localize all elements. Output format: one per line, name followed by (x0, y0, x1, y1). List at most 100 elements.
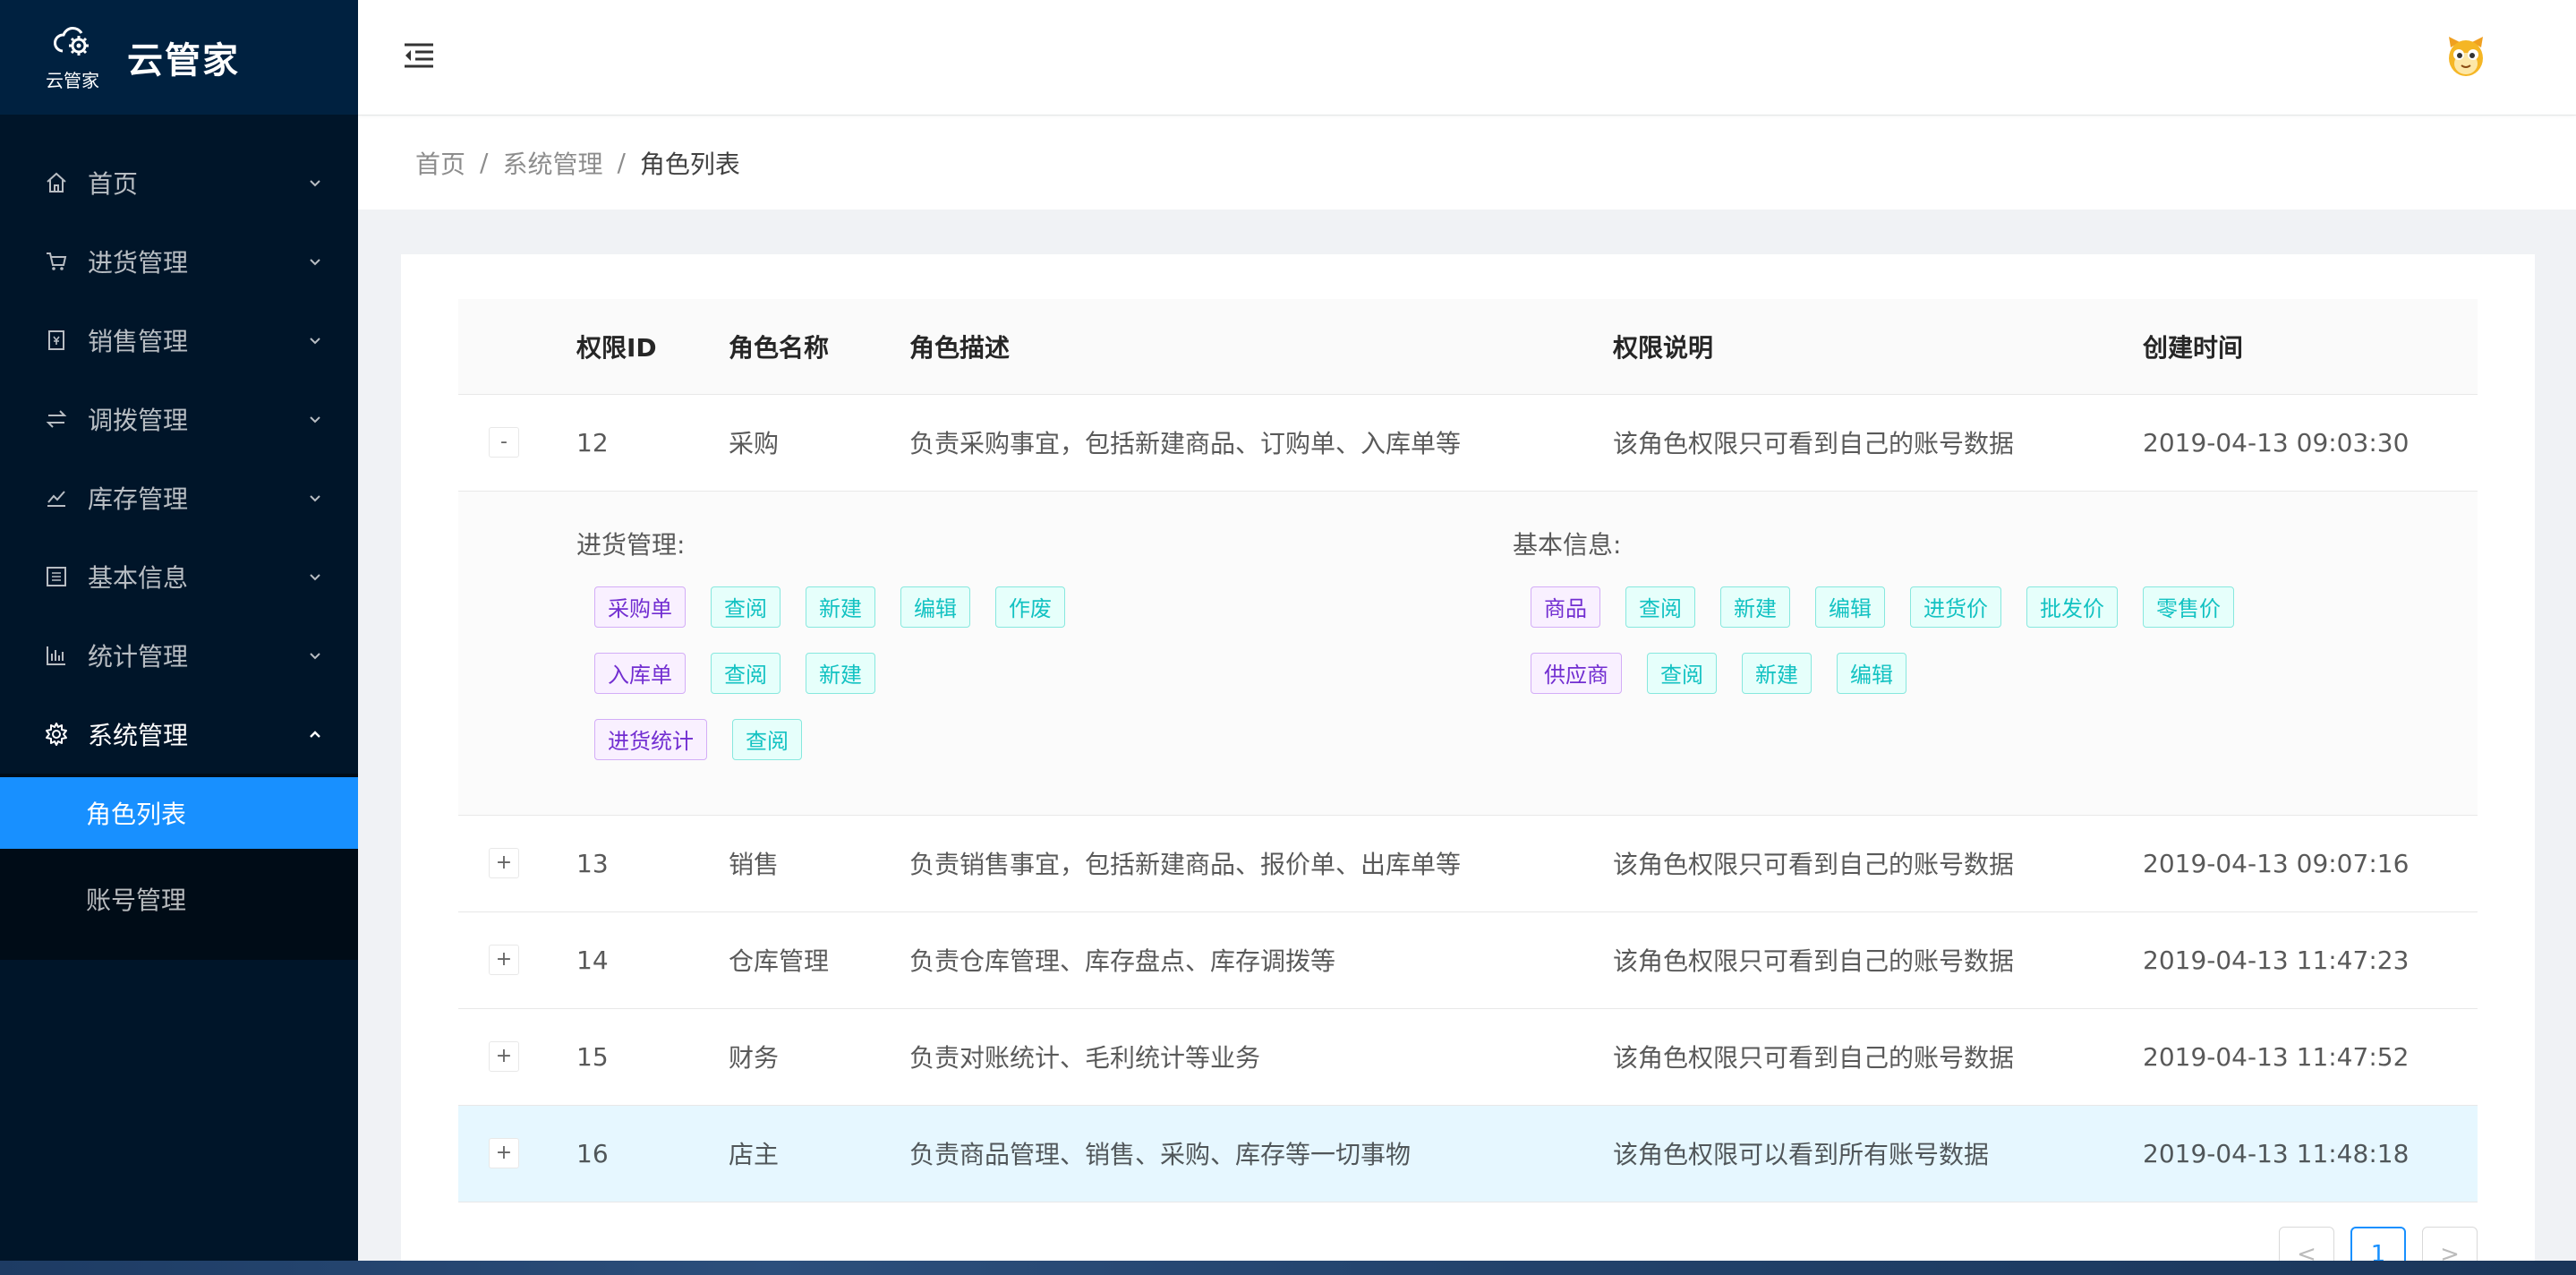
header-permission-desc[interactable]: 权限说明 (1613, 299, 2143, 395)
cell-role-name: 销售 (729, 815, 909, 912)
logo: 云管家 (41, 24, 104, 90)
app-title: 云管家 (127, 40, 240, 81)
header-role-name[interactable]: 角色名称 (729, 299, 909, 395)
sidebar-item-system[interactable]: 系统管理 (0, 695, 358, 774)
cell-role-name: 财务 (729, 1008, 909, 1106)
expand-row-button[interactable]: + (489, 1041, 519, 1072)
permission-action-tag[interactable]: 零售价 (2143, 586, 2234, 628)
sidebar-item-label: 系统管理 (88, 721, 189, 750)
logo-bar: 云管家 云管家 (0, 0, 358, 115)
bar-chart-icon (43, 642, 70, 669)
sidebar-subitem-account-management[interactable]: 账号管理 (0, 863, 358, 935)
cell-role-name: 店主 (729, 1105, 909, 1202)
pagination: < 1 > (2263, 1227, 2478, 1261)
top-header (358, 0, 2576, 115)
cell-role-name: 仓库管理 (729, 911, 909, 1009)
sidebar: 云管家 云管家 首页 进货管理 销售管理 调拨管理 库存管理 基本信息 统计管理… (0, 0, 358, 1261)
sidebar-item-basic-info[interactable]: 基本信息 (0, 537, 358, 616)
table-row[interactable]: + 16 店主 负责商品管理、销售、采购、库存等一切事物 该角色权限可以看到所有… (458, 1105, 2478, 1202)
sidebar-item-sales[interactable]: 销售管理 (0, 301, 358, 380)
cell-permission-desc: 该角色权限只可看到自己的账号数据 (1613, 911, 2143, 1009)
breadcrumb-current: 角色列表 (639, 149, 740, 179)
pagination-page-1[interactable]: 1 (2350, 1227, 2406, 1261)
receipt-icon (43, 327, 70, 354)
table-row[interactable]: + 14 仓库管理 负责仓库管理、库存盘点、库存调拨等 该角色权限只可看到自己的… (458, 911, 2478, 1009)
sidebar-item-home[interactable]: 首页 (0, 143, 358, 222)
cell-permission-desc: 该角色权限只可看到自己的账号数据 (1613, 394, 2143, 492)
permission-tag-row: 采购单 查阅 新建 编辑 作废 (576, 586, 1513, 628)
breadcrumb-system[interactable]: 系统管理 (502, 145, 602, 181)
avatar[interactable] (2445, 35, 2486, 80)
cell-role-name: 采购 (729, 394, 909, 492)
permission-group-purchase: 进货管理: 采购单 查阅 新建 编辑 作废 入库单 查阅 新建 进货统计 查阅 (576, 526, 1513, 785)
swap-icon (43, 406, 70, 432)
menu-fold-icon[interactable] (401, 39, 437, 75)
sidebar-item-statistics[interactable]: 统计管理 (0, 616, 358, 695)
main-content: 首页 / 系统管理 / 角色列表 权限ID 角色名称 角色描述 权限说明 创建时… (358, 0, 2576, 1261)
permission-module-tag[interactable]: 采购单 (594, 586, 686, 628)
sidebar-subitem-role-list[interactable]: 角色列表 (0, 777, 358, 849)
breadcrumb-home[interactable]: 首页 (415, 145, 465, 181)
permission-module-tag[interactable]: 供应商 (1531, 652, 1622, 694)
app-window: 云管家 云管家 首页 进货管理 销售管理 调拨管理 库存管理 基本信息 统计管理… (0, 0, 2576, 1261)
header-expand (458, 299, 576, 395)
permission-action-tag[interactable]: 编辑 (1815, 586, 1885, 628)
sidebar-item-label: 调拨管理 (88, 406, 189, 435)
expand-row-button[interactable]: + (489, 848, 519, 878)
header-id[interactable]: 权限ID (576, 299, 729, 395)
sidebar-item-inventory[interactable]: 库存管理 (0, 458, 358, 537)
header-role-desc[interactable]: 角色描述 (909, 299, 1613, 395)
permission-details: 进货管理: 采购单 查阅 新建 编辑 作废 入库单 查阅 新建 进货统计 查阅 … (458, 492, 2478, 785)
permission-tag-row: 商品 查阅 新建 编辑 进货价 批发价 零售价 (1513, 586, 2259, 628)
permission-action-tag[interactable]: 新建 (806, 586, 875, 628)
pagination-prev-button[interactable]: < (2279, 1227, 2334, 1261)
permission-module-tag[interactable]: 入库单 (594, 652, 686, 694)
permission-action-tag[interactable]: 查阅 (711, 652, 780, 694)
logo-small-text: 云管家 (46, 70, 99, 91)
permission-action-tag[interactable]: 查阅 (711, 586, 780, 628)
sidebar-item-label: 进货管理 (88, 248, 189, 278)
sidebar-menu: 首页 进货管理 销售管理 调拨管理 库存管理 基本信息 统计管理 系统管理 角色… (0, 115, 358, 960)
chevron-down-icon (310, 416, 320, 424)
home-icon (43, 169, 70, 196)
collapse-row-button[interactable]: - (489, 427, 519, 458)
permission-action-tag[interactable]: 查阅 (732, 718, 802, 760)
sidebar-item-transfer[interactable]: 调拨管理 (0, 380, 358, 458)
sidebar-item-label: 库存管理 (88, 484, 189, 514)
permission-action-tag[interactable]: 新建 (806, 652, 875, 694)
permission-action-tag[interactable]: 查阅 (1647, 652, 1717, 694)
table-row[interactable]: + 15 财务 负责对账统计、毛利统计等业务 该角色权限只可看到自己的账号数据 … (458, 1008, 2478, 1106)
header-created-time[interactable]: 创建时间 (2143, 299, 2478, 395)
permission-action-tag[interactable]: 新建 (1720, 586, 1790, 628)
table-row[interactable]: - 12 采购 负责采购事宜，包括新建商品、订购单、入库单等 该角色权限只可看到… (458, 394, 2478, 492)
chevron-down-icon (310, 338, 320, 345)
cell-role-desc: 负责采购事宜，包括新建商品、订购单、入库单等 (909, 394, 1613, 492)
line-chart-icon (43, 484, 70, 511)
permission-action-tag[interactable]: 编辑 (900, 586, 970, 628)
cell-id: 15 (576, 1008, 729, 1106)
expand-row-button[interactable]: + (489, 1138, 519, 1168)
desktop-background-strip (0, 1261, 2576, 1275)
permission-action-tag[interactable]: 作废 (995, 586, 1065, 628)
table-row[interactable]: + 13 销售 负责销售事宜，包括新建商品、报价单、出库单等 该角色权限只可看到… (458, 815, 2478, 912)
permission-action-tag[interactable]: 编辑 (1837, 652, 1906, 694)
sidebar-item-label: 基本信息 (88, 563, 189, 593)
pagination-next-button[interactable]: > (2422, 1227, 2478, 1261)
breadcrumb-separator: / (480, 148, 489, 177)
cell-created-time: 2019-04-13 09:07:16 (2143, 815, 2478, 912)
chevron-down-icon (310, 180, 320, 187)
chevron-down-icon (310, 574, 320, 581)
permission-module-tag[interactable]: 商品 (1531, 586, 1600, 628)
permission-action-tag[interactable]: 查阅 (1625, 586, 1695, 628)
expand-row-button[interactable]: + (489, 945, 519, 975)
permission-action-tag[interactable]: 批发价 (2026, 586, 2118, 628)
cell-permission-desc: 该角色权限可以看到所有账号数据 (1613, 1105, 2143, 1202)
permission-action-tag[interactable]: 新建 (1742, 652, 1812, 694)
permission-action-tag[interactable]: 进货价 (1910, 586, 2001, 628)
permission-module-tag[interactable]: 进货统计 (594, 718, 707, 760)
cell-permission-desc: 该角色权限只可看到自己的账号数据 (1613, 1008, 2143, 1106)
sidebar-item-purchase[interactable]: 进货管理 (0, 222, 358, 301)
permission-group-title: 进货管理: (576, 529, 686, 560)
cell-role-desc: 负责商品管理、销售、采购、库存等一切事物 (909, 1105, 1613, 1202)
profile-icon (43, 563, 70, 590)
